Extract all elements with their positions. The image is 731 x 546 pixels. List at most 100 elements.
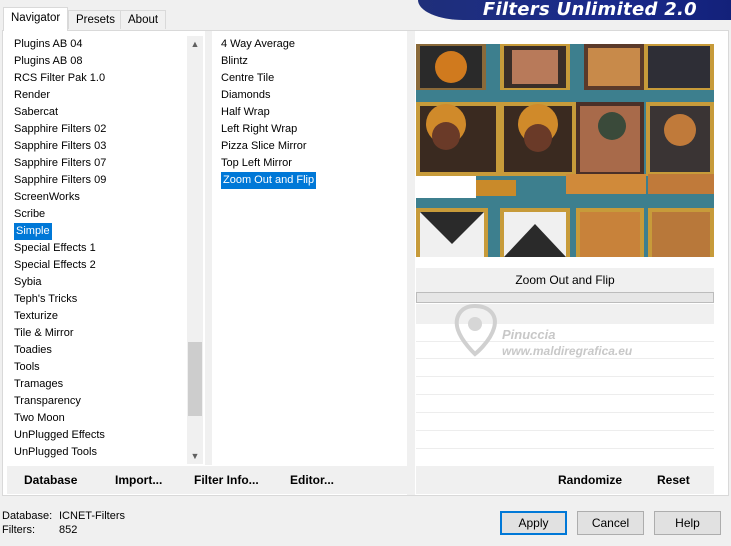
item-label: Blintz [221,55,248,67]
category-item[interactable]: Tile & Mirror [12,325,186,342]
parameter-row [416,430,714,431]
item-label: Simple [14,223,52,240]
category-list[interactable]: Plugins AB 04 Plugins AB 08 RCS Filter Pak… [12,36,186,464]
item-label: Special Effects 1 [14,242,96,254]
parameter-row [416,376,714,377]
category-item[interactable]: Teph's Tricks [12,291,186,308]
category-item[interactable]: Texturize [12,308,186,325]
category-item[interactable]: Transparency [12,393,186,410]
category-item[interactable]: Tools [12,359,186,376]
database-status: Database: ICNET-Filters [2,510,125,522]
category-item[interactable]: UnPlugged Effects [12,427,186,444]
filters-status: Filters: 852 [2,524,77,536]
category-item[interactable]: RCS Filter Pak 1.0 [12,70,186,87]
item-label: Diamonds [221,89,271,101]
randomize-button[interactable]: Randomize [558,473,622,487]
category-item[interactable]: Plugins AB 08 [12,53,186,70]
category-item[interactable]: Plugins AB 04 [12,36,186,53]
database-button[interactable]: Database [24,473,77,487]
editor-button[interactable]: Editor... [290,473,334,487]
watermark-name: Pinuccia [502,327,556,342]
filter-item[interactable]: Left Right Wrap [219,121,404,138]
database-label: Database: [2,510,53,522]
category-item[interactable]: Simple [12,223,186,240]
left-button-bar: Database Import... Filter Info... Editor… [7,466,410,494]
item-label: Sapphire Filters 09 [14,174,107,186]
right-button-bar: Randomize Reset [416,466,714,494]
item-label: Sapphire Filters 02 [14,123,107,135]
filter-item[interactable]: Blintz [219,53,404,70]
item-label: RCS Filter Pak 1.0 [14,72,106,84]
filter-item[interactable]: Diamonds [219,87,404,104]
category-item[interactable]: Sapphire Filters 09 [12,172,186,189]
item-label: Scribe [14,208,46,220]
category-item[interactable]: Two Moon [12,410,186,427]
category-scrollbar[interactable]: ▲ ▼ [187,36,203,464]
category-item[interactable]: Sybia [12,274,186,291]
filter-preview-image [416,44,714,257]
item-label: 4 Way Average [221,38,295,50]
cancel-button[interactable]: Cancel [577,511,644,535]
reset-button[interactable]: Reset [657,473,690,487]
category-item[interactable]: Sabercat [12,104,186,121]
scroll-up-icon[interactable]: ▲ [187,36,203,52]
item-label: ScreenWorks [14,191,80,203]
item-label: Transparency [14,395,81,407]
scrollbar-thumb[interactable] [188,342,202,416]
filter-list[interactable]: 4 Way Average Blintz Centre Tile Diamonds Ha… [219,36,404,464]
filter-item[interactable]: Half Wrap [219,104,404,121]
item-label: Half Wrap [221,106,270,118]
column-divider [407,31,415,495]
category-item[interactable]: Special Effects 1 [12,240,186,257]
item-label: Tramages [14,378,64,390]
category-item[interactable]: Toadies [12,342,186,359]
tab-presets[interactable]: Presets [68,10,123,29]
category-item[interactable]: UnPlugged Tools [12,444,186,461]
tab-about[interactable]: About [120,10,167,29]
category-item[interactable]: ScreenWorks [12,189,186,206]
item-label: Left Right Wrap [221,123,298,135]
item-label: Sabercat [14,106,59,118]
help-button[interactable]: Help [654,511,721,535]
category-item[interactable]: Sapphire Filters 03 [12,138,186,155]
category-item[interactable]: Special Effects 2 [12,257,186,274]
filter-item[interactable]: Top Left Mirror [219,155,404,172]
scroll-down-icon[interactable]: ▼ [187,448,203,464]
item-label: Special Effects 2 [14,259,96,271]
filter-info-button[interactable]: Filter Info... [194,473,259,487]
item-label: Zoom Out and Flip [221,172,317,189]
parameter-row [416,448,714,449]
item-label: Pizza Slice Mirror [221,140,307,152]
category-item[interactable]: Scribe [12,206,186,223]
tab-navigator[interactable]: Navigator [3,7,69,31]
item-label: UnPlugged Tools [14,446,97,458]
item-label: Sapphire Filters 07 [14,157,107,169]
filters-label: Filters: [2,524,35,536]
item-label: Top Left Mirror [221,157,292,169]
item-label: Tile & Mirror [14,327,74,339]
import-button[interactable]: Import... [115,473,162,487]
watermark-logo-icon [454,303,497,357]
item-label: Tools [14,361,40,373]
parameter-row [416,412,714,413]
parameter-row [416,394,714,395]
category-item[interactable]: Sapphire Filters 02 [12,121,186,138]
category-item[interactable]: Render [12,87,186,104]
filter-item[interactable]: Zoom Out and Flip [219,172,404,189]
watermark: Pinuccia www.maldiregrafica.eu [444,302,674,364]
selected-filter-name: Zoom Out and Flip [416,268,714,292]
category-item[interactable]: Sapphire Filters 07 [12,155,186,172]
filter-item[interactable]: 4 Way Average [219,36,404,53]
item-label: Centre Tile [221,72,275,84]
category-item[interactable]: Tramages [12,376,186,393]
item-label: Texturize [14,310,59,322]
column-divider [205,31,212,465]
item-label: Sybia [14,276,42,288]
filter-item[interactable]: Centre Tile [219,70,404,87]
item-label: Toadies [14,344,52,356]
database-value: ICNET-Filters [59,510,125,522]
apply-button[interactable]: Apply [500,511,567,535]
filter-item[interactable]: Pizza Slice Mirror [219,138,404,155]
item-label: UnPlugged Effects [14,429,105,441]
filters-count: 852 [59,524,78,536]
